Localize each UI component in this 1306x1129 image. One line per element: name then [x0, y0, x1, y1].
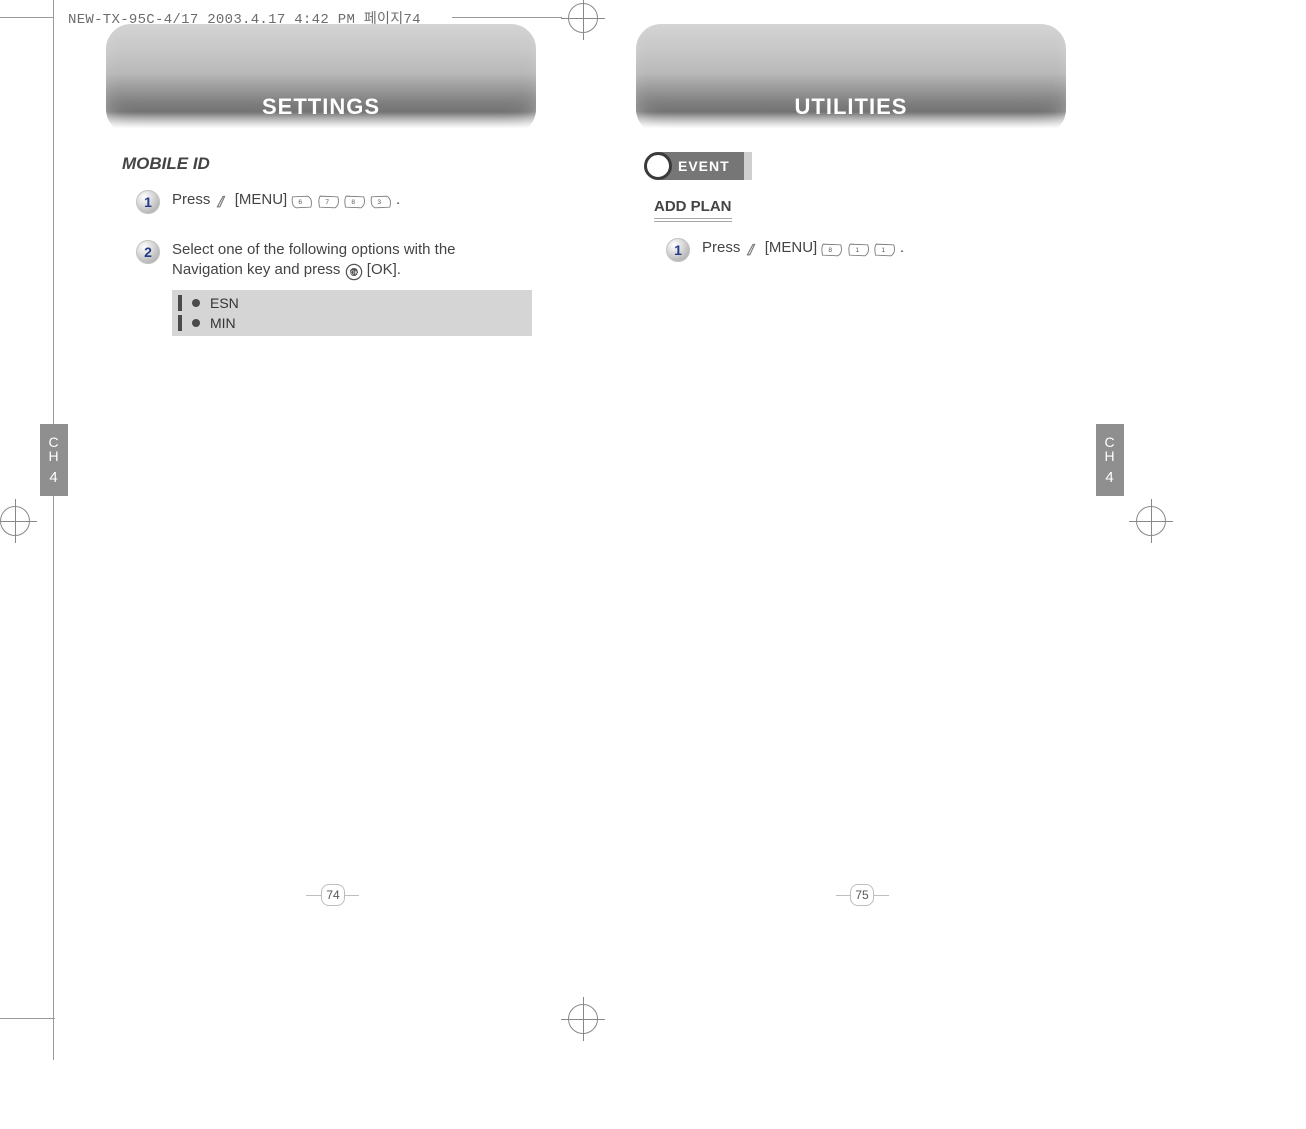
step-text-line1: Select one of the following options with…: [172, 241, 456, 258]
list-item: MIN: [178, 313, 526, 333]
key-1-icon: 1: [848, 241, 870, 261]
bullet-icon: [192, 299, 200, 307]
page-number-left: 74: [306, 884, 359, 906]
step-text-prefix: Press: [702, 239, 745, 256]
key-1-icon: 1: [874, 241, 896, 261]
list-bar-icon: [178, 315, 182, 331]
crop-guide-vert-left: [53, 0, 54, 1000]
svg-text:1: 1: [881, 247, 885, 254]
page-title: SETTINGS: [262, 94, 380, 120]
registration-mark-icon: [568, 3, 598, 33]
key-3-icon: 3: [370, 193, 392, 213]
chapter-tab-letter: C: [48, 435, 59, 449]
registration-mark-icon: [1136, 506, 1166, 536]
page-number-value: 74: [321, 884, 345, 906]
svg-text:8: 8: [829, 247, 833, 254]
key-7-icon: 7: [318, 193, 340, 213]
chapter-tab-letter: H: [48, 449, 59, 463]
list-item-label: MIN: [210, 313, 236, 333]
registration-mark-icon: [568, 1004, 598, 1034]
step-text-menu: [MENU]: [235, 191, 288, 208]
chapter-tab-left: C H 4: [40, 424, 68, 496]
svg-text:8: 8: [351, 199, 355, 206]
key-8-icon: 8: [344, 193, 366, 213]
softkey-icon: [745, 241, 761, 261]
step-number-badge: 1: [666, 238, 690, 262]
svg-text:1: 1: [855, 247, 859, 254]
list-item-label: ESN: [210, 293, 239, 313]
chapter-tab-number: 4: [49, 469, 58, 486]
page-header-utilities: UTILITIES: [636, 24, 1066, 134]
chapter-tab-right: C H 4: [1096, 424, 1124, 496]
registration-mark-icon: [0, 506, 30, 536]
section-heading-mobile-id: MOBILE ID: [122, 154, 210, 174]
step-text: Press [MENU] 6 7 8 3 .: [172, 190, 400, 213]
crop-mark: [53, 1000, 54, 1060]
svg-text:3: 3: [377, 199, 381, 206]
svg-text:OK: OK: [350, 271, 358, 277]
step-text-menu: [MENU]: [765, 239, 818, 256]
step-text-suffix: .: [900, 239, 904, 256]
bullet-icon: [192, 319, 200, 327]
chapter-tab-number: 4: [1105, 469, 1114, 486]
step-1-left: 1 Press [MENU] 6 7 8 3 .: [136, 190, 400, 214]
step-2-left: 2 Select one of the following options wi…: [136, 240, 456, 283]
svg-text:6: 6: [299, 199, 303, 206]
chapter-tab-letter: C: [1104, 435, 1115, 449]
svg-text:7: 7: [325, 199, 329, 206]
key-6-icon: 6: [291, 193, 313, 213]
step-text-line2-post: .: [397, 261, 401, 278]
step-text-line2-pre: Navigation key and press: [172, 261, 345, 278]
page-header-settings: SETTINGS: [106, 24, 536, 134]
list-item: ESN: [178, 293, 526, 313]
page-number-right: 75: [836, 884, 889, 906]
step-text: Select one of the following options with…: [172, 240, 456, 283]
event-badge-label: EVENT: [660, 152, 744, 180]
event-badge-circle-icon: [644, 152, 672, 180]
key-8-icon: 8: [821, 241, 843, 261]
step-text-prefix: Press: [172, 191, 215, 208]
crop-mark: [0, 17, 53, 18]
step-1-right: 1 Press [MENU] 8 1 1 .: [666, 238, 904, 262]
ok-key-icon: OK: [345, 263, 363, 283]
crop-mark: [0, 1018, 55, 1019]
crop-mark: [452, 17, 562, 18]
step-number-badge: 1: [136, 190, 160, 214]
step-text-suffix: .: [396, 191, 400, 208]
page-title: UTILITIES: [795, 94, 908, 120]
softkey-icon: [215, 193, 231, 213]
step-text-ok: [OK]: [367, 261, 397, 278]
chapter-tab-letter: H: [1104, 449, 1115, 463]
list-bar-icon: [178, 295, 182, 311]
sub-heading-add-plan: ADD PLAN: [654, 198, 732, 222]
page-number-value: 75: [850, 884, 874, 906]
step-number-badge: 2: [136, 240, 160, 264]
event-badge: EVENT: [644, 152, 752, 180]
step-text: Press [MENU] 8 1 1 .: [702, 238, 904, 261]
info-box: ESN MIN: [172, 290, 532, 336]
